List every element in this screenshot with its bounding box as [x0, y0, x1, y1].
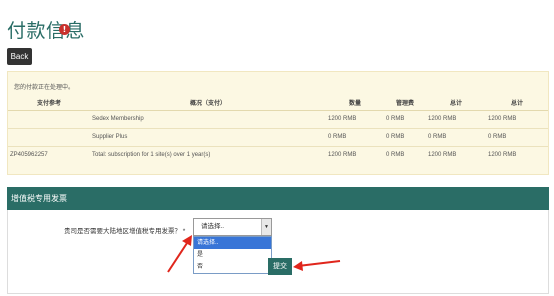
select-value: 请选择.. — [201, 223, 225, 230]
table-row: ZP405962257 Total: subscription for 1 si… — [8, 146, 548, 164]
table-row: Sedex Membership 1200 RMB 0 RMB 1200 RMB… — [8, 110, 548, 129]
payment-status-text: 您的付款正在处理中。 — [14, 85, 75, 91]
back-button[interactable]: Back — [7, 48, 32, 65]
column-header-total: 总计 — [486, 96, 548, 111]
table-cell — [8, 128, 90, 147]
vat-section-header: 增值税专用发票 — [7, 187, 549, 210]
column-header-quantity: 数量 — [326, 96, 384, 111]
table-cell: 1200 RMB — [428, 152, 457, 159]
column-header-admin-fee: 管理费 — [384, 96, 426, 111]
submit-button[interactable]: 提交 — [268, 258, 292, 275]
table-cell: 1200 RMB — [486, 110, 548, 129]
table-cell: 0 RMB — [486, 128, 548, 147]
column-header-total: 总计 — [426, 96, 486, 111]
option-yes[interactable]: 是 — [194, 249, 271, 261]
chevron-down-icon[interactable]: ▼ — [261, 219, 271, 235]
page-title: 付款信息 — [7, 20, 86, 42]
vat-invoice-select[interactable]: 请选择.. ▼ — [193, 218, 272, 236]
table-cell: 0 RMB — [384, 128, 426, 147]
table-header-row: 支付参考 概况（支付） 数量 管理费 总计 总计 — [8, 96, 548, 111]
table-cell: Total: subscription for 1 site(s) over 1… — [92, 152, 211, 159]
table-cell: Supplier Plus — [90, 128, 326, 147]
option-no[interactable]: 否 — [194, 261, 271, 273]
table-cell: 0 RMB — [426, 128, 486, 147]
vat-question-label: 贵司是否需要大陆地区增值税专用发票？ * — [64, 228, 186, 235]
table-cell: 1200 RMB — [328, 152, 357, 159]
payment-table: 支付参考 概况（支付） 数量 管理费 总计 总计 Sedex Membershi… — [8, 96, 548, 164]
option-please-select[interactable]: 请选择.. — [194, 237, 271, 249]
table-cell: 0 RMB — [386, 152, 405, 159]
table-row: Supplier Plus 0 RMB 0 RMB 0 RMB 0 RMB — [8, 128, 548, 147]
table-cell: 1200 RMB — [326, 110, 384, 129]
table-cell: 0 RMB — [326, 128, 384, 147]
table-cell — [8, 110, 90, 129]
table-cell: 1200 RMB — [426, 110, 486, 129]
vat-section-body — [7, 210, 549, 294]
table-cell: 1200 RMB — [488, 152, 517, 159]
column-header-reference: 支付参考 — [8, 96, 90, 111]
info-icon: ! — [59, 24, 70, 35]
table-cell: ZP405962257 — [10, 152, 48, 159]
payment-panel: 您的付款正在处理中。 支付参考 概况（支付） 数量 管理费 总计 总计 Sede… — [7, 71, 549, 175]
column-header-summary: 概况（支付） — [90, 96, 326, 111]
table-cell: 0 RMB — [384, 110, 426, 129]
vat-options-dropdown: 请选择.. 是 否 — [193, 236, 272, 274]
table-cell: Sedex Membership — [90, 110, 326, 129]
